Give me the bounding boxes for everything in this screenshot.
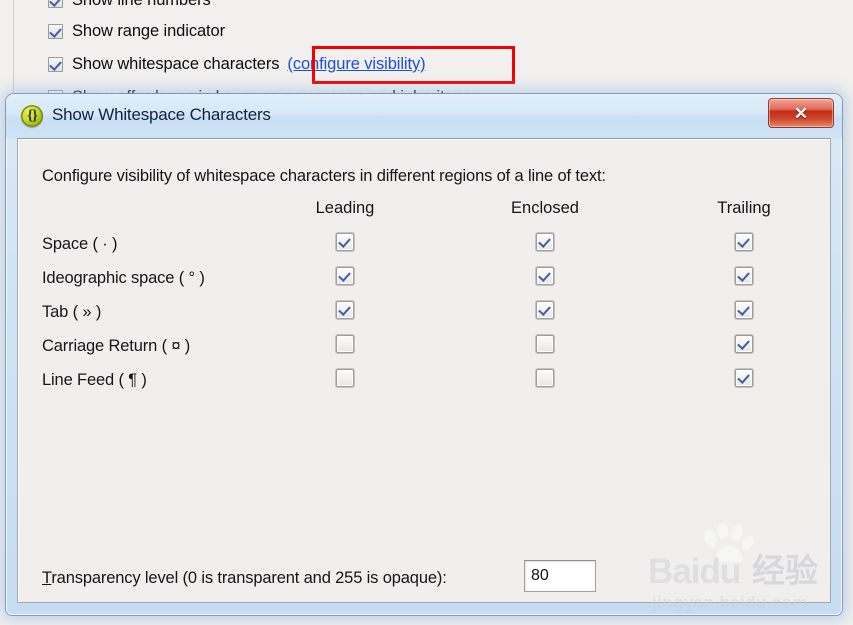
- column-header-leading: Leading: [315, 199, 375, 217]
- checkbox-ideographic-space-leading[interactable]: [336, 267, 354, 285]
- checkbox-show-whitespace-characters[interactable]: [48, 57, 63, 72]
- checkbox-line-feed-enclosed[interactable]: [536, 369, 554, 387]
- option-show-range-indicator[interactable]: Show range indicator: [48, 22, 225, 41]
- option-show-line-numbers[interactable]: Show line numbers: [48, 0, 211, 10]
- braces-icon-glyph: {}: [27, 107, 38, 124]
- column-header-enclosed: Enclosed: [511, 199, 579, 217]
- row-label-line-feed: Line Feed ( ¶ ): [42, 371, 147, 389]
- preferences-left-rail: [0, 0, 14, 108]
- row-label-carriage-return: Carriage Return ( ¤ ): [42, 337, 191, 355]
- checkbox-show-line-numbers[interactable]: [48, 0, 63, 8]
- transparency-accelerator: T: [42, 569, 52, 587]
- row-label-ideographic-space: Ideographic space ( ° ): [42, 269, 205, 287]
- close-button[interactable]: ✕: [768, 98, 834, 128]
- checkbox-carriage-return-enclosed[interactable]: [536, 335, 554, 353]
- checkbox-ideographic-space-enclosed[interactable]: [536, 267, 554, 285]
- checkbox-ideographic-space-trailing[interactable]: [735, 267, 753, 285]
- column-header-trailing: Trailing: [717, 199, 771, 217]
- transparency-label-rest: ransparency level (0 is transparent and …: [51, 569, 447, 587]
- dialog-body: Configure visibility of whitespace chara…: [17, 138, 831, 603]
- row-label-tab: Tab ( » ): [42, 303, 102, 321]
- braces-icon: {}: [21, 105, 43, 127]
- dialog-intro-text: Configure visibility of whitespace chara…: [42, 167, 606, 185]
- checkbox-tab-trailing[interactable]: [735, 301, 753, 319]
- checkbox-tab-enclosed[interactable]: [536, 301, 554, 319]
- dialog-titlebar[interactable]: {} Show Whitespace Characters ✕: [6, 94, 842, 138]
- transparency-level-input[interactable]: [524, 560, 596, 592]
- checkbox-show-range-indicator[interactable]: [48, 24, 63, 39]
- checkbox-space-enclosed[interactable]: [536, 233, 554, 251]
- option-label: Show range indicator: [72, 22, 226, 40]
- checkbox-carriage-return-leading[interactable]: [336, 335, 354, 353]
- option-label: Show line numbers: [72, 0, 211, 9]
- dialog-title: Show Whitespace Characters: [52, 105, 271, 124]
- option-label: Show whitespace characters: [72, 55, 280, 73]
- checkbox-line-feed-trailing[interactable]: [735, 369, 753, 387]
- checkbox-carriage-return-trailing[interactable]: [735, 335, 753, 353]
- row-label-space: Space ( · ): [42, 235, 118, 253]
- checkbox-tab-leading[interactable]: [336, 301, 354, 319]
- close-icon: ✕: [793, 103, 809, 123]
- show-whitespace-characters-dialog: {} Show Whitespace Characters ✕ Configur…: [6, 94, 842, 615]
- checkbox-line-feed-leading[interactable]: [336, 369, 354, 387]
- transparency-level-label: Transparency level (0 is transparent and…: [42, 569, 447, 588]
- checkbox-space-leading[interactable]: [336, 233, 354, 251]
- annotation-highlight-box: [312, 46, 515, 84]
- checkbox-space-trailing[interactable]: [735, 233, 753, 251]
